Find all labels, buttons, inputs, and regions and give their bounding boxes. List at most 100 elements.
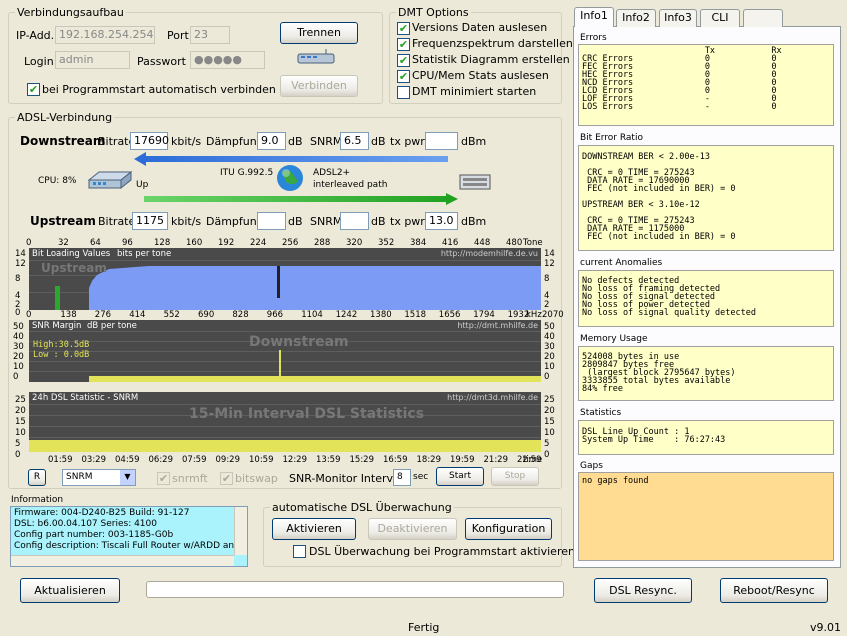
khz-tick: 1794 <box>473 310 495 320</box>
reset-button[interactable]: R <box>28 469 46 486</box>
bit-chart-label: Bit Loading Values <box>32 249 111 259</box>
up-snrm-label: SNRM <box>310 215 343 228</box>
connect-button[interactable]: Verbinden <box>280 75 358 97</box>
khz-tick: 2070 <box>542 310 564 320</box>
itu-standard: ITU G.992.5 <box>220 168 274 178</box>
upstream-heading: Upstream <box>30 214 96 228</box>
bit-loading-chart: Bit Loading Values bits per tone http://… <box>29 248 541 310</box>
snrmft-label: snrmft <box>172 472 208 485</box>
info-vertical-scrollbar[interactable] <box>234 507 247 555</box>
down-bitrate-field[interactable]: 17690 <box>130 132 169 150</box>
khz-tick: 276 <box>94 310 112 320</box>
tab-cli[interactable]: CLI <box>700 9 740 27</box>
up-txpwr-field[interactable]: 13.0 <box>425 212 458 230</box>
info-horizontal-scrollbar[interactable] <box>11 555 234 566</box>
khz-tick: 552 <box>163 310 180 320</box>
up-bitrate-field[interactable]: 1175 <box>132 212 168 230</box>
snr-chart-watermark: Downstream <box>249 334 349 350</box>
bit-y-tick: 12 <box>15 259 26 269</box>
dmt-option-label: Statistik Diagramm erstellen <box>412 53 570 66</box>
time-tick: 10:59 <box>249 455 274 465</box>
dsl-statistic-chart: 24h DSL Statistic - SNRM http://dmt3d.mh… <box>29 392 541 452</box>
dmt-option-checkbox[interactable] <box>397 86 410 99</box>
dmt-option-checkbox[interactable]: ✔ <box>397 22 410 35</box>
globe-icon <box>276 164 304 192</box>
dmt-option-checkbox[interactable]: ✔ <box>397 38 410 51</box>
password-label: Passwort <box>137 55 186 68</box>
snrmft-checkbox[interactable]: ✔ <box>157 472 170 485</box>
upstream-arrow <box>144 193 458 205</box>
dslam-icon <box>458 171 494 193</box>
tone-tick: 288 <box>314 238 331 248</box>
time-tick: 13:59 <box>316 455 341 465</box>
activate-button[interactable]: Aktivieren <box>272 518 356 540</box>
tab-info2[interactable]: Info2 <box>616 9 656 27</box>
ber-panel: DOWNSTREAM BER < 2.00e-13 CRC = 0 TIME =… <box>578 145 834 251</box>
snr-y-tick: 30 <box>13 342 24 352</box>
tone-tick: 480 <box>506 238 523 248</box>
stop-button[interactable]: Stop <box>491 467 539 486</box>
stat-chart-url: http://dmt3d.mhilfe.de <box>447 393 538 402</box>
dmt-option-checkbox[interactable]: ✔ <box>397 54 410 67</box>
bit-y-tick-right: 12 <box>544 259 555 269</box>
stat-y-tick: 5 <box>15 439 21 449</box>
chart-mode-select[interactable]: SNRM ▼ <box>62 469 136 486</box>
down-damp-field[interactable]: 9.0 <box>257 132 286 150</box>
disconnect-button[interactable]: Trennen <box>280 22 358 44</box>
snr-interval-input[interactable]: 8 <box>393 469 411 486</box>
watch-autostart-checkbox[interactable] <box>293 545 306 558</box>
tone-tick: 352 <box>378 238 395 248</box>
autoconnect-label: bei Programmstart automatisch verbinden <box>42 83 276 96</box>
bitswap-label: bitswap <box>235 472 278 485</box>
bit-y-tick-right: 14 <box>544 249 555 259</box>
port-input[interactable]: 23 <box>190 26 230 44</box>
tone-tick: 128 <box>154 238 171 248</box>
statistics-title: Statistics <box>580 408 622 418</box>
tone-tick: 64 <box>90 238 101 248</box>
bit-chart-watermark: Upstream <box>41 261 107 275</box>
up-snrm-unit: dB <box>371 215 386 228</box>
memory-panel: 524008 bytes in use 2809847 bytes free (… <box>578 346 834 401</box>
snr-chart-label: SNR Margin <box>32 321 82 331</box>
snr-y-tick-right: 0 <box>544 372 550 382</box>
deactivate-button[interactable]: Deaktivieren <box>368 518 457 540</box>
reboot-resync-button[interactable]: Reboot/Resync <box>720 578 828 603</box>
down-txpwr-field[interactable] <box>425 132 458 150</box>
tab-empty[interactable] <box>743 9 783 27</box>
tab-info3[interactable]: Info3 <box>659 9 697 27</box>
snr-low-value: Low : 0.0dB <box>33 350 90 360</box>
up-damp-field[interactable] <box>257 212 286 230</box>
time-tick: 16:59 <box>383 455 408 465</box>
dmt-option-checkbox[interactable]: ✔ <box>397 70 410 83</box>
down-snrm-field[interactable]: 6.5 <box>340 132 369 150</box>
configuration-button[interactable]: Konfiguration <box>465 518 552 540</box>
bitswap-checkbox[interactable]: ✔ <box>220 472 233 485</box>
bit-y-tick-right: 2 <box>544 300 550 310</box>
khz-tick: 1932 <box>507 310 530 320</box>
info-line: Config part number: 003-1185-G0b <box>14 530 174 540</box>
up-dbm-unit: dBm <box>461 215 487 228</box>
password-input[interactable]: ●●●●● <box>190 51 265 69</box>
stat-y-tick: 25 <box>15 395 26 405</box>
tone-tick: 224 <box>250 238 267 248</box>
errors-title: Errors <box>580 33 607 43</box>
dsl-resync-button[interactable]: DSL Resync. <box>594 578 692 603</box>
login-input[interactable]: admin <box>55 51 130 69</box>
tone-tick: 192 <box>218 238 235 248</box>
up-damp-unit: dB <box>288 215 303 228</box>
khz-tick: 1104 <box>301 310 323 320</box>
snr-y-tick: 10 <box>13 362 24 372</box>
up-snrm-field[interactable] <box>340 212 369 230</box>
autoconnect-checkbox[interactable]: ✔ <box>27 83 40 96</box>
info-line: Firmware: 004-D240-B25 Build: 91-127 <box>14 508 190 518</box>
downstream-bits-area <box>89 266 541 310</box>
snr-y-tick-right: 20 <box>544 352 555 362</box>
ip-input[interactable]: 192.168.254.254 <box>55 26 155 44</box>
tone-tick: 32 <box>58 238 69 248</box>
snr-y-tick-right: 10 <box>544 362 555 372</box>
modem-icon <box>87 168 133 192</box>
tab-info1[interactable]: Info1 <box>574 7 614 27</box>
refresh-button[interactable]: Aktualisieren <box>20 578 120 603</box>
stat-y-tick-right: 20 <box>544 406 555 416</box>
start-button[interactable]: Start <box>436 467 484 486</box>
